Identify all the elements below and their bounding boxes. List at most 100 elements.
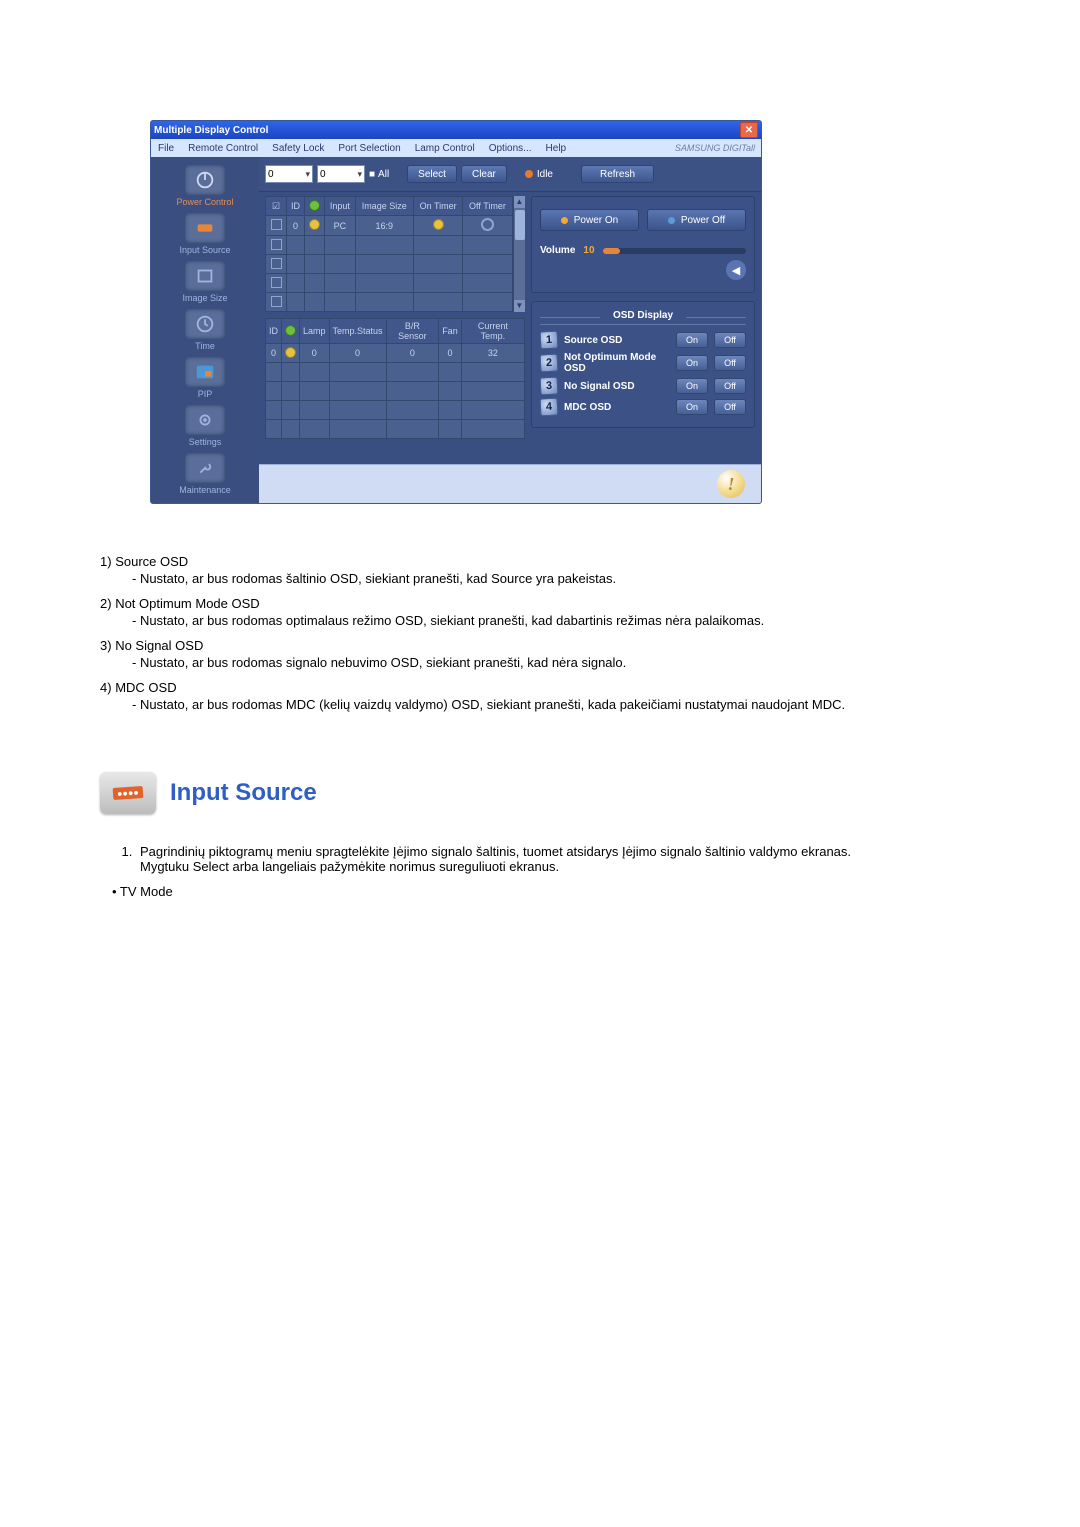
warning-icon: ! <box>717 470 745 498</box>
sidebar-item-pip[interactable]: PIP <box>155 357 255 399</box>
table-row[interactable]: 0 0 0 0 0 32 <box>266 344 525 363</box>
callout-badge-2: 2 <box>540 354 559 373</box>
not-optimum-osd-off-button[interactable]: Off <box>714 355 746 371</box>
mdc-osd-off-button[interactable]: Off <box>714 399 746 415</box>
select-button[interactable]: Select <box>407 165 457 183</box>
col-current-temp: Current Temp. <box>461 319 524 344</box>
sidebar-item-label: Settings <box>155 437 255 447</box>
menu-options[interactable]: Options... <box>482 143 539 154</box>
wrench-icon <box>185 453 225 483</box>
led-icon <box>433 219 444 230</box>
callout-badge-4: 4 <box>540 398 559 417</box>
sidebar-item-label: Time <box>155 341 255 351</box>
display-grid-2: ID Lamp Temp.Status B/R Sensor Fan Curre… <box>265 318 525 439</box>
title-bar: Multiple Display Control ✕ <box>151 121 761 139</box>
clock-icon <box>185 309 225 339</box>
status-bar: ! <box>259 464 761 503</box>
scroll-down-arrow-icon[interactable]: ▼ <box>514 300 525 312</box>
instruction-list: Pagrindinių piktogramų meniu spragtelėki… <box>100 844 980 874</box>
osd-row-no-signal: 3 No Signal OSD On Off <box>540 377 746 395</box>
idle-status: Idle <box>525 169 553 180</box>
display-grid-1: ☑ ID Input Image Size On Timer Off Timer… <box>265 196 513 312</box>
table-row[interactable] <box>266 420 525 439</box>
status-dot-icon <box>525 170 533 178</box>
table-row[interactable]: 0 PC 16:9 <box>266 216 513 236</box>
menu-lamp-control[interactable]: Lamp Control <box>408 143 482 154</box>
refresh-button[interactable]: Refresh <box>581 165 654 183</box>
checkbox-header[interactable]: ☑ <box>266 197 287 216</box>
table-row[interactable] <box>266 293 513 312</box>
col-lamp: Lamp <box>300 319 330 344</box>
instruction-step-1: Pagrindinių piktogramų meniu spragtelėki… <box>136 844 980 874</box>
led-icon <box>309 219 320 230</box>
menu-help[interactable]: Help <box>539 143 574 154</box>
scroll-up-arrow-icon[interactable]: ▲ <box>514 196 525 208</box>
sidebar-item-maintenance[interactable]: Maintenance <box>155 453 255 495</box>
list-item-1: 1) Source OSD - Nustato, ar bus rodomas … <box>100 554 980 586</box>
combo-id-to[interactable]: 0 <box>317 165 365 183</box>
table-row[interactable] <box>266 382 525 401</box>
volume-slider[interactable] <box>603 248 746 254</box>
source-osd-on-button[interactable]: On <box>676 332 708 348</box>
brand-label: SAMSUNG DIGITall <box>668 143 761 153</box>
section-heading: ●●●● Input Source <box>100 772 980 814</box>
no-signal-osd-off-button[interactable]: Off <box>714 378 746 394</box>
table-row[interactable] <box>266 363 525 382</box>
section-title: Input Source <box>170 779 317 807</box>
table-row[interactable] <box>266 255 513 274</box>
col-fan: Fan <box>439 319 462 344</box>
callout-badge-1: 1 <box>540 331 559 350</box>
sidebar-item-time[interactable]: Time <box>155 309 255 351</box>
sidebar-item-input-source[interactable]: Input Source <box>155 213 255 255</box>
volume-value: 10 <box>583 245 594 256</box>
vertical-scrollbar[interactable]: ▲ ▼ <box>513 196 525 312</box>
sidebar-item-power-control[interactable]: Power Control <box>155 165 255 207</box>
window-title: Multiple Display Control <box>154 125 268 136</box>
all-checkbox[interactable]: ■ All <box>369 169 389 180</box>
sidebar-item-settings[interactable]: Settings <box>155 405 255 447</box>
clear-button[interactable]: Clear <box>461 165 507 183</box>
osd-row-source: 1 Source OSD On Off <box>540 331 746 349</box>
power-on-button[interactable]: Power On <box>540 209 639 231</box>
table-row[interactable] <box>266 274 513 293</box>
close-icon[interactable]: ✕ <box>740 122 758 138</box>
scroll-thumb[interactable] <box>515 210 525 240</box>
menu-port-selection[interactable]: Port Selection <box>331 143 407 154</box>
menu-file[interactable]: File <box>151 143 181 154</box>
input-source-icon <box>185 213 225 243</box>
osd-display-title: OSD Display <box>540 310 746 325</box>
mdc-osd-on-button[interactable]: On <box>676 399 708 415</box>
volume-label: Volume <box>540 245 575 256</box>
menu-bar: File Remote Control Safety Lock Port Sel… <box>151 139 761 157</box>
sidebar-item-image-size[interactable]: Image Size <box>155 261 255 303</box>
table-row[interactable] <box>266 401 525 420</box>
sidebar: Power Control Input Source Image Size Ti… <box>151 157 259 503</box>
not-optimum-osd-on-button[interactable]: On <box>676 355 708 371</box>
input-source-heading-icon: ●●●● <box>100 772 156 814</box>
osd-row-not-optimum: 2 Not Optimum Mode OSD On Off <box>540 352 746 374</box>
table-row[interactable] <box>266 236 513 255</box>
gear-icon <box>185 405 225 435</box>
source-osd-off-button[interactable]: Off <box>714 332 746 348</box>
speaker-icon[interactable]: ◀ <box>726 260 746 280</box>
callout-badge-3: 3 <box>540 377 559 396</box>
power-volume-panel: Power On Power Off Volume 10 ◀ <box>531 196 755 293</box>
power-icon <box>185 165 225 195</box>
col-off-timer: Off Timer <box>463 197 512 216</box>
combo-id-from[interactable]: 0 <box>265 165 313 183</box>
list-item-2: 2) Not Optimum Mode OSD - Nustato, ar bu… <box>100 596 980 628</box>
led-icon <box>285 347 296 358</box>
no-signal-osd-on-button[interactable]: On <box>676 378 708 394</box>
pip-icon <box>185 357 225 387</box>
osd-display-panel: OSD Display 1 Source OSD On Off 2 Not Op… <box>531 301 755 428</box>
menu-remote-control[interactable]: Remote Control <box>181 143 265 154</box>
osd-row-mdc: 4 MDC OSD On Off <box>540 398 746 416</box>
col-image-size: Image Size <box>355 197 413 216</box>
sidebar-item-label: Image Size <box>155 293 255 303</box>
power-off-button[interactable]: Power Off <box>647 209 746 231</box>
menu-safety-lock[interactable]: Safety Lock <box>265 143 331 154</box>
sidebar-item-label: Input Source <box>155 245 255 255</box>
led-icon <box>285 325 296 336</box>
mdc-app-window: Multiple Display Control ✕ File Remote C… <box>150 120 762 504</box>
col-led <box>282 319 300 344</box>
